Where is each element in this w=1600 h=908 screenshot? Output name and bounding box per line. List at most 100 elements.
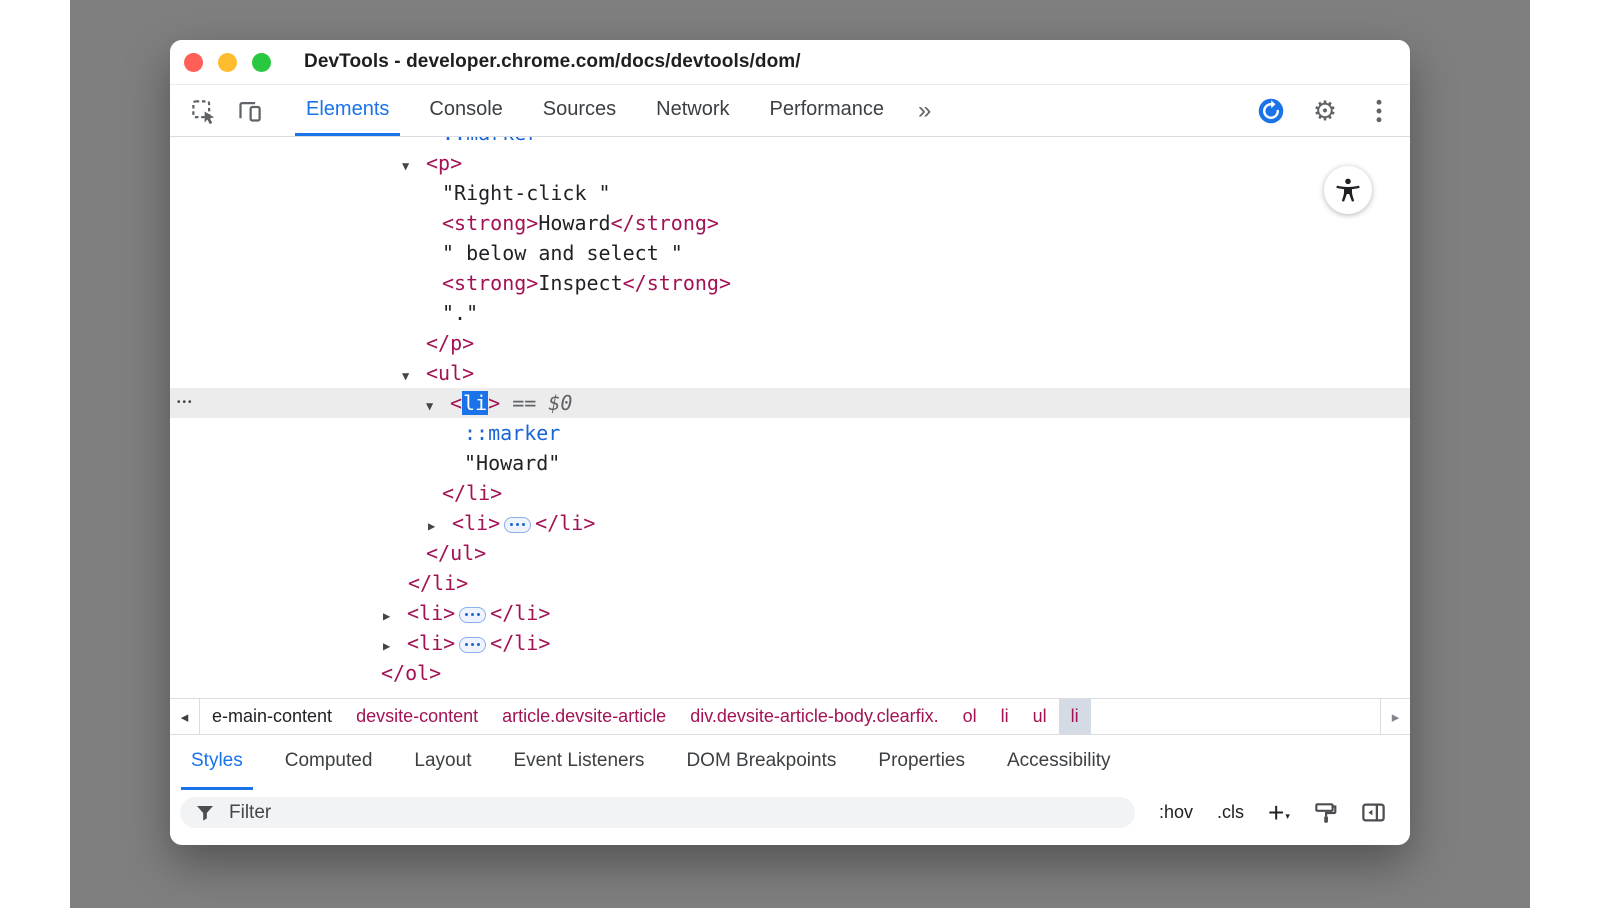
tab-sources[interactable]: Sources (532, 86, 627, 136)
toolbar-right-icons: ⚙ (1256, 86, 1394, 136)
tag-token: </ol> (381, 661, 441, 685)
tab-event-listeners[interactable]: Event Listeners (503, 735, 654, 790)
tag-token: </strong> (611, 211, 719, 235)
dom-tree-line[interactable]: </ul> (170, 538, 1410, 568)
tag-token: > (488, 391, 500, 415)
tag-token: </ul> (426, 541, 486, 565)
accessibility-person-icon (1334, 176, 1362, 204)
tag-token: <strong> (442, 211, 538, 235)
tag-token: </li> (535, 511, 595, 535)
tag-token: < (450, 391, 462, 415)
dom-tree-line[interactable]: "Howard" (170, 448, 1410, 478)
toggle-sidebar-icon[interactable] (1360, 799, 1387, 826)
paint-roller-icon[interactable] (1312, 800, 1338, 826)
breadcrumb-scroll-right-button[interactable]: ▸ (1380, 699, 1410, 734)
text-token: " below and select " (442, 241, 683, 265)
styles-toolbar: :hov .cls + ▾ (170, 790, 1410, 835)
dom-tree-line[interactable]: ▶<li> </li> (170, 508, 1410, 538)
dom-tree-line[interactable]: ::marker (170, 418, 1410, 448)
breadcrumb-item[interactable]: e-main-content (200, 699, 344, 734)
dom-tree-line[interactable]: "Right-click " (170, 178, 1410, 208)
traffic-lights (184, 53, 271, 72)
toggle-element-state-button[interactable]: :hov (1159, 802, 1193, 823)
dom-tree-line[interactable]: "." (170, 298, 1410, 328)
breadcrumb-item[interactable]: div.devsite-article-body.clearfix. (678, 699, 950, 734)
text-token: Howard (538, 211, 610, 235)
panel-tabs: Elements Console Sources Network Perform… (286, 86, 904, 136)
text-token: Inspect (538, 271, 622, 295)
element-classes-button[interactable]: .cls (1217, 802, 1244, 823)
breadcrumb-item[interactable]: ul (1021, 699, 1059, 734)
tag-token: </li> (442, 481, 502, 505)
dom-tree-line[interactable]: ▼<ul> (170, 358, 1410, 388)
tag-token: </li> (490, 631, 550, 655)
breadcrumb-scroll-left-button[interactable]: ◂ (170, 699, 200, 734)
accessibility-floating-button[interactable] (1324, 166, 1372, 214)
dom-tree-line[interactable]: ▼<p> (170, 148, 1410, 178)
dom-tree-line[interactable]: </li> (170, 568, 1410, 598)
styles-filter-input[interactable] (227, 801, 1120, 825)
tag-token: <ul> (426, 361, 474, 385)
expand-arrow-icon[interactable]: ▶ (428, 511, 452, 541)
collapse-arrow-icon[interactable]: ▼ (402, 151, 426, 181)
dom-tree-line[interactable]: •••▼<li> == $0 (170, 388, 1410, 418)
styles-filter[interactable] (180, 797, 1135, 828)
breadcrumb-bar: ◂ e-main-contentdevsite-contentarticle.d… (170, 698, 1410, 735)
tab-styles[interactable]: Styles (181, 735, 253, 790)
dom-tree-line[interactable]: <strong>Howard</strong> (170, 208, 1410, 238)
tag-token: </li> (408, 571, 468, 595)
devtools-window: DevTools - developer.chrome.com/docs/dev… (170, 40, 1410, 845)
dom-tree-line[interactable]: ▶<li></li> (170, 598, 1410, 628)
inspect-icon[interactable] (188, 96, 218, 126)
dom-tree-line[interactable]: <strong>Inspect</strong> (170, 268, 1410, 298)
pseudo-element-token: ::marker (442, 137, 538, 145)
tag-token: <strong> (442, 271, 538, 295)
close-button[interactable] (184, 53, 203, 72)
breadcrumb-item[interactable]: li (989, 699, 1021, 734)
tab-network[interactable]: Network (645, 86, 740, 136)
kebab-menu-icon[interactable] (1364, 96, 1394, 126)
expand-arrow-icon[interactable]: ▶ (383, 631, 407, 661)
dom-tree-line[interactable]: </ol> (170, 658, 1410, 688)
dom-tree-line[interactable]: ▶<li> </li> (170, 628, 1410, 658)
dom-tree: ::marker▼<p>"Right-click "<strong>Howard… (170, 137, 1410, 698)
inline-expand-icon[interactable] (504, 517, 531, 533)
dom-tree-line[interactable]: </p> (170, 328, 1410, 358)
inline-expand-icon[interactable] (459, 637, 486, 653)
tab-console[interactable]: Console (418, 86, 513, 136)
settings-gear-icon[interactable]: ⚙ (1310, 96, 1340, 126)
tab-dom-breakpoints[interactable]: DOM Breakpoints (676, 735, 846, 790)
tag-token: </p> (426, 331, 474, 355)
tab-elements[interactable]: Elements (295, 86, 400, 136)
node-overflow-dots-icon[interactable]: ••• (177, 388, 194, 418)
tag-token: <li> (407, 631, 455, 655)
dom-tree-line[interactable]: </li> (170, 478, 1410, 508)
dollar-var-token: $0 (548, 391, 572, 415)
breadcrumb-item[interactable]: ol (951, 699, 989, 734)
dom-tree-line[interactable]: " below and select " (170, 238, 1410, 268)
text-token: "Howard" (464, 451, 560, 475)
tab-performance[interactable]: Performance (759, 86, 896, 136)
breadcrumb-item[interactable]: article.devsite-article (490, 699, 678, 734)
tab-accessibility[interactable]: Accessibility (997, 735, 1120, 790)
minimize-button[interactable] (218, 53, 237, 72)
tab-layout[interactable]: Layout (404, 735, 481, 790)
collapse-arrow-icon[interactable]: ▼ (402, 361, 426, 391)
tab-computed[interactable]: Computed (275, 735, 383, 790)
new-style-rule-button[interactable]: + ▾ (1268, 802, 1290, 824)
filter-funnel-icon (195, 803, 215, 823)
device-toolbar-icon[interactable] (234, 96, 264, 126)
expand-arrow-icon[interactable]: ▶ (383, 601, 407, 631)
collapse-arrow-icon[interactable]: ▼ (426, 391, 450, 421)
breadcrumb-list: e-main-contentdevsite-contentarticle.dev… (200, 699, 1380, 734)
breadcrumb-item[interactable]: devsite-content (344, 699, 490, 734)
tab-properties[interactable]: Properties (868, 735, 975, 790)
breadcrumb-item[interactable]: li (1059, 699, 1091, 734)
tag-token: <p> (426, 151, 462, 175)
tag-token: <li> (452, 511, 500, 535)
dom-tree-line[interactable]: ::marker (170, 137, 1410, 148)
sync-badge-icon[interactable] (1256, 96, 1286, 126)
more-tabs-icon[interactable]: » (912, 86, 937, 136)
inline-expand-icon[interactable] (459, 607, 486, 623)
zoom-button[interactable] (252, 53, 271, 72)
